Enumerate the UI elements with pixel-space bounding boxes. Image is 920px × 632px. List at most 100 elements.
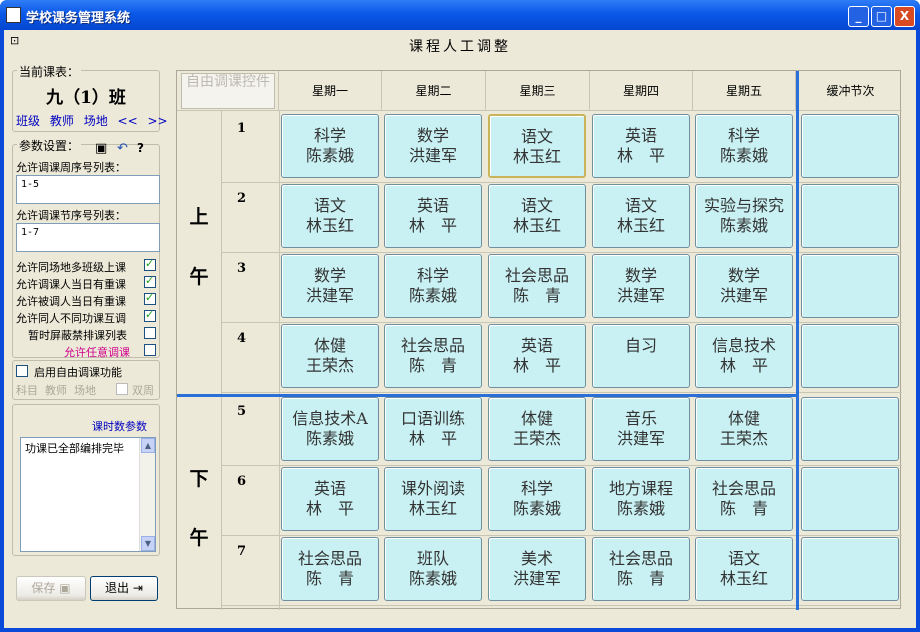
buffer-cell[interactable] (801, 324, 899, 388)
buffer-cell[interactable] (801, 184, 899, 248)
course-cell[interactable]: 班队 陈素娥 (384, 537, 482, 601)
week-list-input[interactable]: 1-5 (16, 175, 160, 204)
buffer-cell[interactable] (801, 114, 899, 178)
course-cell[interactable]: 科学 陈素娥 (384, 254, 482, 318)
buffer-divider (796, 71, 799, 610)
course-cell[interactable]: 英语林 平 (592, 114, 690, 178)
free-adjust-control[interactable]: 自由调课控件 (181, 73, 275, 109)
course-cell[interactable]: 社会思品陈 青 (488, 254, 586, 318)
free-adjust-checkbox[interactable] (16, 365, 28, 377)
option-same-venue-checkbox[interactable] (144, 257, 156, 271)
course-subject: 语文 (520, 196, 553, 215)
save-button[interactable]: 保存 ▣ (16, 576, 86, 601)
double-week-label: 双周 (132, 384, 154, 397)
course-teacher: 洪建军 (305, 286, 354, 305)
period-number: 6 (237, 474, 247, 489)
course-cell[interactable]: 信息技术林 平 (695, 324, 793, 388)
option-swap-checkbox[interactable] (144, 308, 156, 322)
course-cell[interactable]: 社会思品陈 青 (281, 537, 379, 601)
course-subject: 英语 (624, 126, 657, 145)
course-cell[interactable]: 英语林 平 (384, 184, 482, 248)
course-cell[interactable]: 体健 王荣杰 (488, 397, 586, 461)
course-cell[interactable]: 语文 林玉红 (281, 184, 379, 248)
double-week-checkbox[interactable] (116, 383, 128, 395)
prev-button[interactable]: << (118, 114, 138, 128)
help-icon[interactable]: ? (137, 141, 144, 155)
buffer-cell[interactable] (801, 467, 899, 531)
client-area: ⊡ 课程人工调整 当前课表： 九（1）班 班级 教师 场地 << >> 参数设置… (4, 30, 916, 628)
buffer-cell[interactable] (801, 254, 899, 318)
minimize-button[interactable]: _ (848, 6, 869, 27)
course-teacher: 陈 青 (616, 569, 665, 588)
course-teacher: 林玉红 (719, 569, 768, 588)
course-cell[interactable]: 英语林 平 (281, 467, 379, 531)
header-tue: 星期二 (382, 71, 486, 111)
title-bar[interactable]: 学校课务管理系统 _ □ X (0, 0, 920, 30)
course-cell[interactable]: 地方课程 陈素娥 (592, 467, 690, 531)
undo-icon[interactable]: ↶ (117, 141, 128, 156)
course-cell[interactable]: 语文 林玉红 (488, 184, 586, 248)
option-mask-checkbox[interactable] (144, 327, 156, 339)
grid-corner: 自由调课控件 (177, 71, 279, 111)
course-cell[interactable]: 自习 (592, 324, 690, 388)
option-same-venue-label: 允许同场地多班级上课 (16, 261, 126, 274)
course-subject: 数学 (727, 266, 760, 285)
course-cell[interactable]: 体健 王荣杰 (695, 397, 793, 461)
course-cell[interactable]: 数学 洪建军 (695, 254, 793, 318)
course-cell[interactable]: 科学 陈素娥 (695, 114, 793, 178)
course-cell[interactable]: 实验与探究 陈素娥 (695, 184, 793, 248)
course-subject: 体健 (727, 409, 760, 428)
period-number: 1 (237, 121, 247, 136)
course-cell[interactable]: 音乐 洪建军 (592, 397, 690, 461)
period-list-input[interactable]: 1-7 (16, 223, 160, 252)
course-teacher: 林玉红 (616, 216, 665, 235)
course-teacher: 陈素娥 (305, 146, 354, 165)
link-teacher[interactable]: 教师 (50, 114, 74, 128)
hours-textarea[interactable]: 功课已全部编排完毕 ▲ ▼ (20, 437, 156, 552)
option-callee-dup-checkbox[interactable] (144, 291, 156, 305)
close-button[interactable]: X (894, 6, 915, 27)
course-cell[interactable]: 数学 洪建军 (281, 254, 379, 318)
course-subject: 语文 (624, 196, 657, 215)
course-subject: 班队 (416, 549, 449, 568)
maximize-button[interactable]: □ (871, 6, 892, 27)
course-teacher: 洪建军 (512, 569, 561, 588)
option-any-checkbox[interactable] (144, 344, 156, 356)
course-cell[interactable]: 科学 陈素娥 (281, 114, 379, 178)
option-caller-dup-checkbox[interactable] (144, 274, 156, 288)
buffer-cell[interactable] (801, 537, 899, 601)
course-cell[interactable]: 语文 林玉红 (488, 114, 586, 178)
course-cell[interactable]: 语文 林玉红 (592, 184, 690, 248)
course-cell[interactable]: 社会思品陈 青 (592, 537, 690, 601)
textarea-scrollbar[interactable]: ▲ ▼ (139, 438, 155, 551)
course-cell[interactable]: 体健 王荣杰 (281, 324, 379, 388)
course-cell[interactable]: 科学 陈素娥 (488, 467, 586, 531)
course-cell[interactable]: 英语林 平 (488, 324, 586, 388)
scroll-up-icon[interactable]: ▲ (141, 438, 155, 453)
buffer-cell[interactable] (801, 397, 899, 461)
link-venue[interactable]: 场地 (84, 114, 108, 128)
period-list-label: 允许调课节序号列表： (16, 209, 126, 222)
course-teacher: 陈素娥 (305, 429, 354, 448)
course-subject: 信息技术A (292, 409, 368, 428)
exit-button[interactable]: 退出 ⇥ (90, 576, 158, 601)
scroll-down-icon[interactable]: ▼ (141, 536, 155, 551)
course-cell[interactable]: 社会思品陈 青 (695, 467, 793, 531)
course-cell[interactable]: 口语训练林 平 (384, 397, 482, 461)
course-cell[interactable]: 信息技术A 陈素娥 (281, 397, 379, 461)
course-cell[interactable]: 社会思品陈 青 (384, 324, 482, 388)
course-cell[interactable]: 课外阅读 林玉红 (384, 467, 482, 531)
course-subject: 科学 (416, 266, 449, 285)
course-subject: 英语 (313, 479, 346, 498)
course-teacher: 洪建军 (719, 286, 768, 305)
course-subject: 社会思品 (608, 549, 673, 568)
save-disk-icon[interactable]: ▣ (95, 141, 107, 156)
header-wed: 星期三 (486, 71, 590, 111)
course-cell[interactable]: 语文 林玉红 (695, 537, 793, 601)
course-cell[interactable]: 数学 洪建军 (384, 114, 482, 178)
next-button[interactable]: >> (147, 114, 167, 128)
course-cell[interactable]: 数学 洪建军 (592, 254, 690, 318)
link-class[interactable]: 班级 (16, 114, 40, 128)
course-cell[interactable]: 美术 洪建军 (488, 537, 586, 601)
course-subject: 英语 (416, 196, 449, 215)
